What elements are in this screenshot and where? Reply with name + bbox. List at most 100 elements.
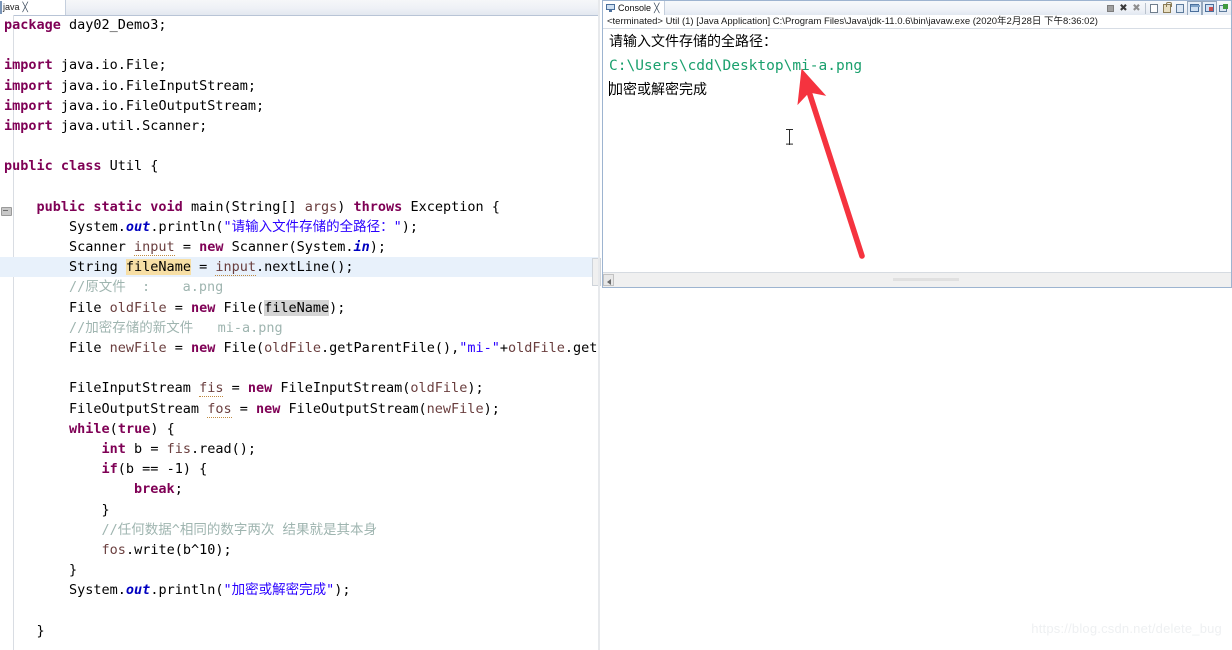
code-line[interactable]: FileOutputStream fos = new FileOutputStr… [0, 399, 598, 419]
code-line[interactable]: int b = fis.read(); [0, 439, 598, 459]
editor-tab-java[interactable]: java ╳ [0, 0, 66, 15]
code-token: public static void [36, 198, 191, 215]
tab-active-indicator [0, 1, 2, 14]
code-token: break [4, 481, 175, 498]
code-token: throws [353, 198, 411, 215]
code-token: .println( [150, 218, 224, 235]
code-token: .read(); [190, 440, 256, 457]
console-output-line: 请输入文件存储的全路径： [603, 30, 1231, 54]
scroll-left-arrow-icon [607, 279, 611, 285]
code-token: .write(b^10); [125, 541, 232, 558]
code-line[interactable]: if(b == -1) { [0, 459, 598, 479]
code-line[interactable]: File newFile = new File(oldFile.getParen… [0, 338, 662, 358]
code-token: java.io.FileOutputStream; [60, 97, 265, 114]
code-line[interactable] [0, 600, 598, 620]
scroll-lock-button[interactable] [1161, 1, 1174, 15]
code-line[interactable]: import java.io.FileInputStream; [0, 76, 598, 96]
close-icon[interactable]: ╳ [23, 3, 28, 12]
code-token: oldFile [109, 299, 167, 316]
code-line[interactable]: public static void main(String[] args) t… [0, 197, 598, 217]
code-token: = [223, 380, 248, 397]
code-token: newFile [109, 340, 167, 356]
code-line[interactable]: import java.io.FileOutputStream; [0, 96, 598, 116]
clear-console-button[interactable] [1148, 2, 1161, 15]
code-line[interactable]: } [0, 500, 598, 520]
remove-launch-button[interactable]: ✖ [1117, 2, 1130, 15]
code-line[interactable]: String fileName = input.nextLine(); [0, 257, 598, 278]
console-toolbar: ✖ ✖ [1104, 0, 1231, 16]
word-wrap-button[interactable] [1174, 2, 1187, 15]
open-console-button[interactable] [1217, 2, 1230, 15]
code-token: = [174, 239, 200, 256]
code-token: ; [174, 481, 183, 498]
code-line[interactable]: fos.write(b^10); [0, 540, 598, 560]
code-token: Scanner(System. [231, 239, 354, 256]
code-token: package [4, 17, 70, 33]
code-token: new [199, 239, 232, 256]
console-horizontal-scrollbar[interactable] [603, 272, 1231, 287]
code-token: out [125, 582, 151, 599]
code-token: fileName [264, 299, 330, 316]
code-token: //任何数据^相同的数字两次 结果就是其本身 [4, 521, 378, 538]
pin-console-button[interactable] [1187, 0, 1202, 16]
code-token: System. [4, 218, 126, 235]
code-line[interactable] [0, 35, 598, 55]
code-token: fis [199, 380, 224, 398]
code-line[interactable]: import java.util.Scanner; [0, 116, 598, 136]
code-token: ); [369, 239, 387, 256]
code-token: //加密存储的新文件 mi-a.png [4, 319, 283, 336]
code-line[interactable]: //原文件 : a.png [0, 277, 598, 297]
code-line[interactable]: while(true) { [0, 419, 598, 439]
code-line[interactable]: File oldFile = new File(fileName); [0, 298, 598, 318]
code-line[interactable]: System.out.println("加密或解密完成"); [0, 580, 598, 600]
remove-all-launches-button[interactable]: ✖ [1130, 2, 1143, 15]
console-tab[interactable]: Console ╳ [603, 1, 666, 15]
code-token: import [4, 97, 61, 114]
code-token: ); [483, 400, 500, 417]
code-token: new [190, 340, 224, 356]
code-token: new [190, 299, 224, 316]
code-line[interactable]: Scanner input = new Scanner(System.in); [0, 237, 598, 257]
code-token: Util { [109, 158, 159, 175]
close-icon[interactable]: ╳ [654, 3, 659, 13]
console-icon [606, 4, 615, 12]
console-output[interactable]: 请输入文件存储的全路径： C:\Users\cdd\Desktop\mi-a.pn… [603, 30, 1231, 272]
code-line[interactable] [0, 358, 598, 378]
code-line[interactable]: public class Util { [0, 156, 598, 176]
watermark: https://blog.csdn.net/delete_bug [1031, 621, 1222, 636]
code-token: ); [401, 218, 418, 235]
code-token: public class [4, 158, 110, 175]
code-token: day02_Demo3; [69, 17, 167, 33]
code-token: import [4, 77, 61, 94]
code-token: File( [223, 299, 265, 316]
close-x-icon: ✖ [1119, 2, 1128, 14]
code-token: Scanner [4, 239, 135, 256]
code-token: ); [467, 380, 484, 397]
code-line[interactable]: //任何数据^相同的数字两次 结果就是其本身 [0, 520, 598, 540]
code-line[interactable] [0, 177, 598, 197]
code-line[interactable] [0, 136, 598, 156]
code-token: } [4, 622, 45, 639]
code-token: ); [334, 582, 351, 599]
code-token: input [134, 239, 175, 257]
code-line[interactable]: //加密存储的新文件 mi-a.png [0, 318, 598, 338]
code-token: java.io.File; [60, 57, 167, 74]
code-line[interactable]: package day02_Demo3; [0, 15, 598, 35]
code-line[interactable]: import java.io.File; [0, 55, 598, 75]
code-token: FileOutputStream( [288, 400, 427, 417]
display-selected-console-button[interactable] [1202, 0, 1217, 16]
code-line[interactable]: FileInputStream fis = new FileInputStrea… [0, 378, 598, 398]
code-line[interactable]: } [0, 560, 598, 580]
code-token: fos [207, 400, 232, 418]
launch-status-line: <terminated> Util (1) [Java Application]… [603, 15, 1231, 29]
source-code-area[interactable]: package day02_Demo3; import java.io.File… [0, 15, 662, 650]
code-line[interactable]: break; [0, 479, 598, 499]
scrollbar-thumb[interactable] [603, 274, 614, 286]
terminate-button[interactable] [1104, 2, 1117, 15]
code-token: .getParentFile(), [321, 340, 460, 356]
code-line[interactable]: System.out.println("请输入文件存储的全路径："); [0, 217, 598, 237]
code-line[interactable]: } [0, 621, 598, 641]
console-output-text: C:\Users\cdd\Desktop\mi-a.png [609, 58, 863, 74]
